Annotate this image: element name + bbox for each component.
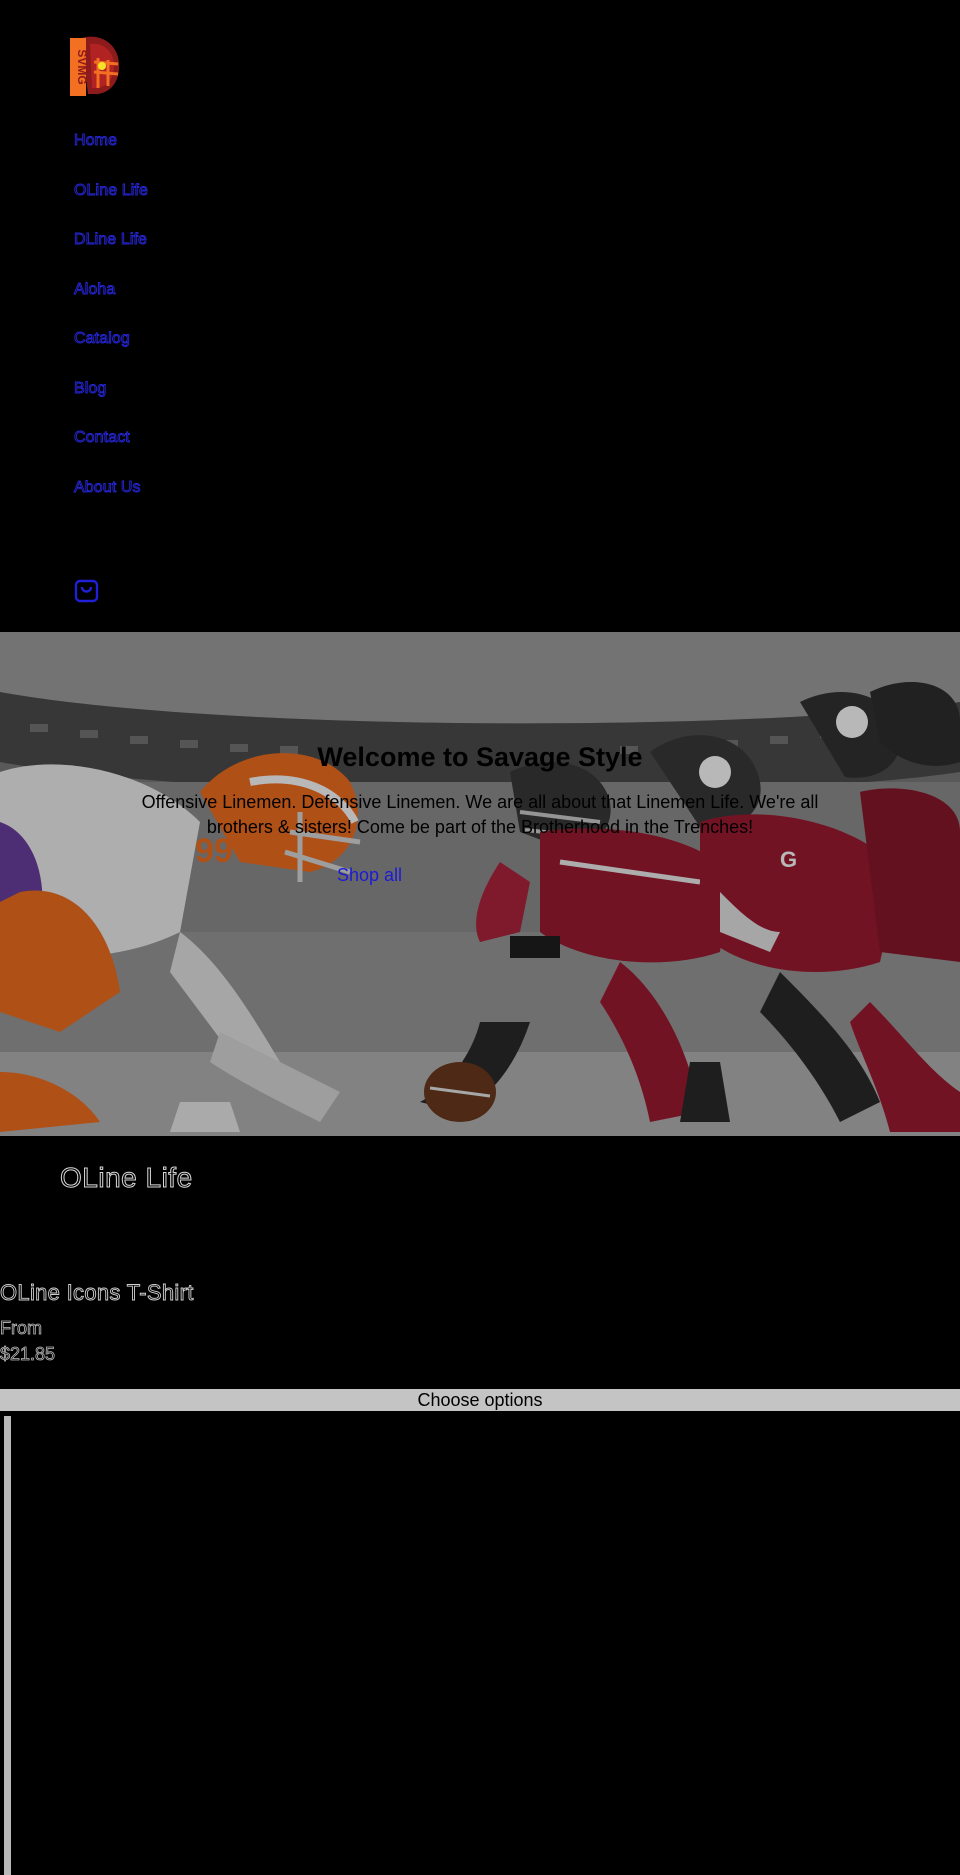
nav-link-about-us[interactable]: About Us: [74, 478, 141, 496]
nav-item-catalog: Catalog: [74, 326, 148, 376]
nav-link-contact[interactable]: Contact: [74, 429, 131, 447]
nav-item-about-us: About Us: [74, 475, 148, 525]
nav-item-oline-life: OLine Life: [74, 178, 149, 228]
nav-item-aloha: Aloha: [74, 277, 148, 327]
nav-link-aloha[interactable]: Aloha: [74, 280, 116, 298]
shop-all-link[interactable]: Shop all: [337, 865, 402, 886]
cart-link[interactable]: [73, 577, 101, 605]
main-navigation: Home OLine Life DLine Life Aloha Catalog…: [74, 128, 149, 525]
nav-item-blog: Blog: [74, 376, 148, 426]
hero-description: Offensive Linemen. Defensive Linemen. We…: [141, 792, 819, 837]
logo-text: SVMG: [75, 49, 89, 84]
product-title[interactable]: OLine Icons T-Shirt: [0, 1280, 194, 1306]
nav-link-dline-life[interactable]: DLine Life: [74, 231, 148, 249]
nav-item-dline-life: DLine Life: [74, 227, 148, 277]
price-prefix: From: [0, 1318, 42, 1339]
collection-title[interactable]: OLine Life: [60, 1162, 193, 1194]
choose-options-button[interactable]: Choose options: [0, 1389, 960, 1411]
nav-link-home[interactable]: Home: [74, 132, 118, 150]
nav-link-blog[interactable]: Blog: [74, 379, 107, 397]
nav-link-catalog[interactable]: Catalog: [74, 330, 131, 348]
hero-banner: 99 G Welcome to Savage Style Offensive L…: [0, 632, 960, 1136]
product-price: $21.85: [0, 1344, 56, 1365]
hero-title: Welcome to Savage Style: [317, 742, 643, 772]
hero-background-image: 99 G: [0, 632, 960, 1136]
nav-item-contact: Contact: [74, 425, 148, 475]
site-header: SVMG Home OLine Life DLine Life Aloha Ca…: [0, 0, 960, 632]
scrollbar-track[interactable]: [4, 1416, 11, 1875]
cart-bag-icon: [74, 579, 99, 603]
helmet-logo-icon: SVMG: [70, 36, 120, 96]
nav-link-oline-life[interactable]: OLine Life: [74, 181, 149, 199]
nav-item-home: Home: [74, 128, 148, 178]
site-logo[interactable]: SVMG: [68, 34, 122, 98]
